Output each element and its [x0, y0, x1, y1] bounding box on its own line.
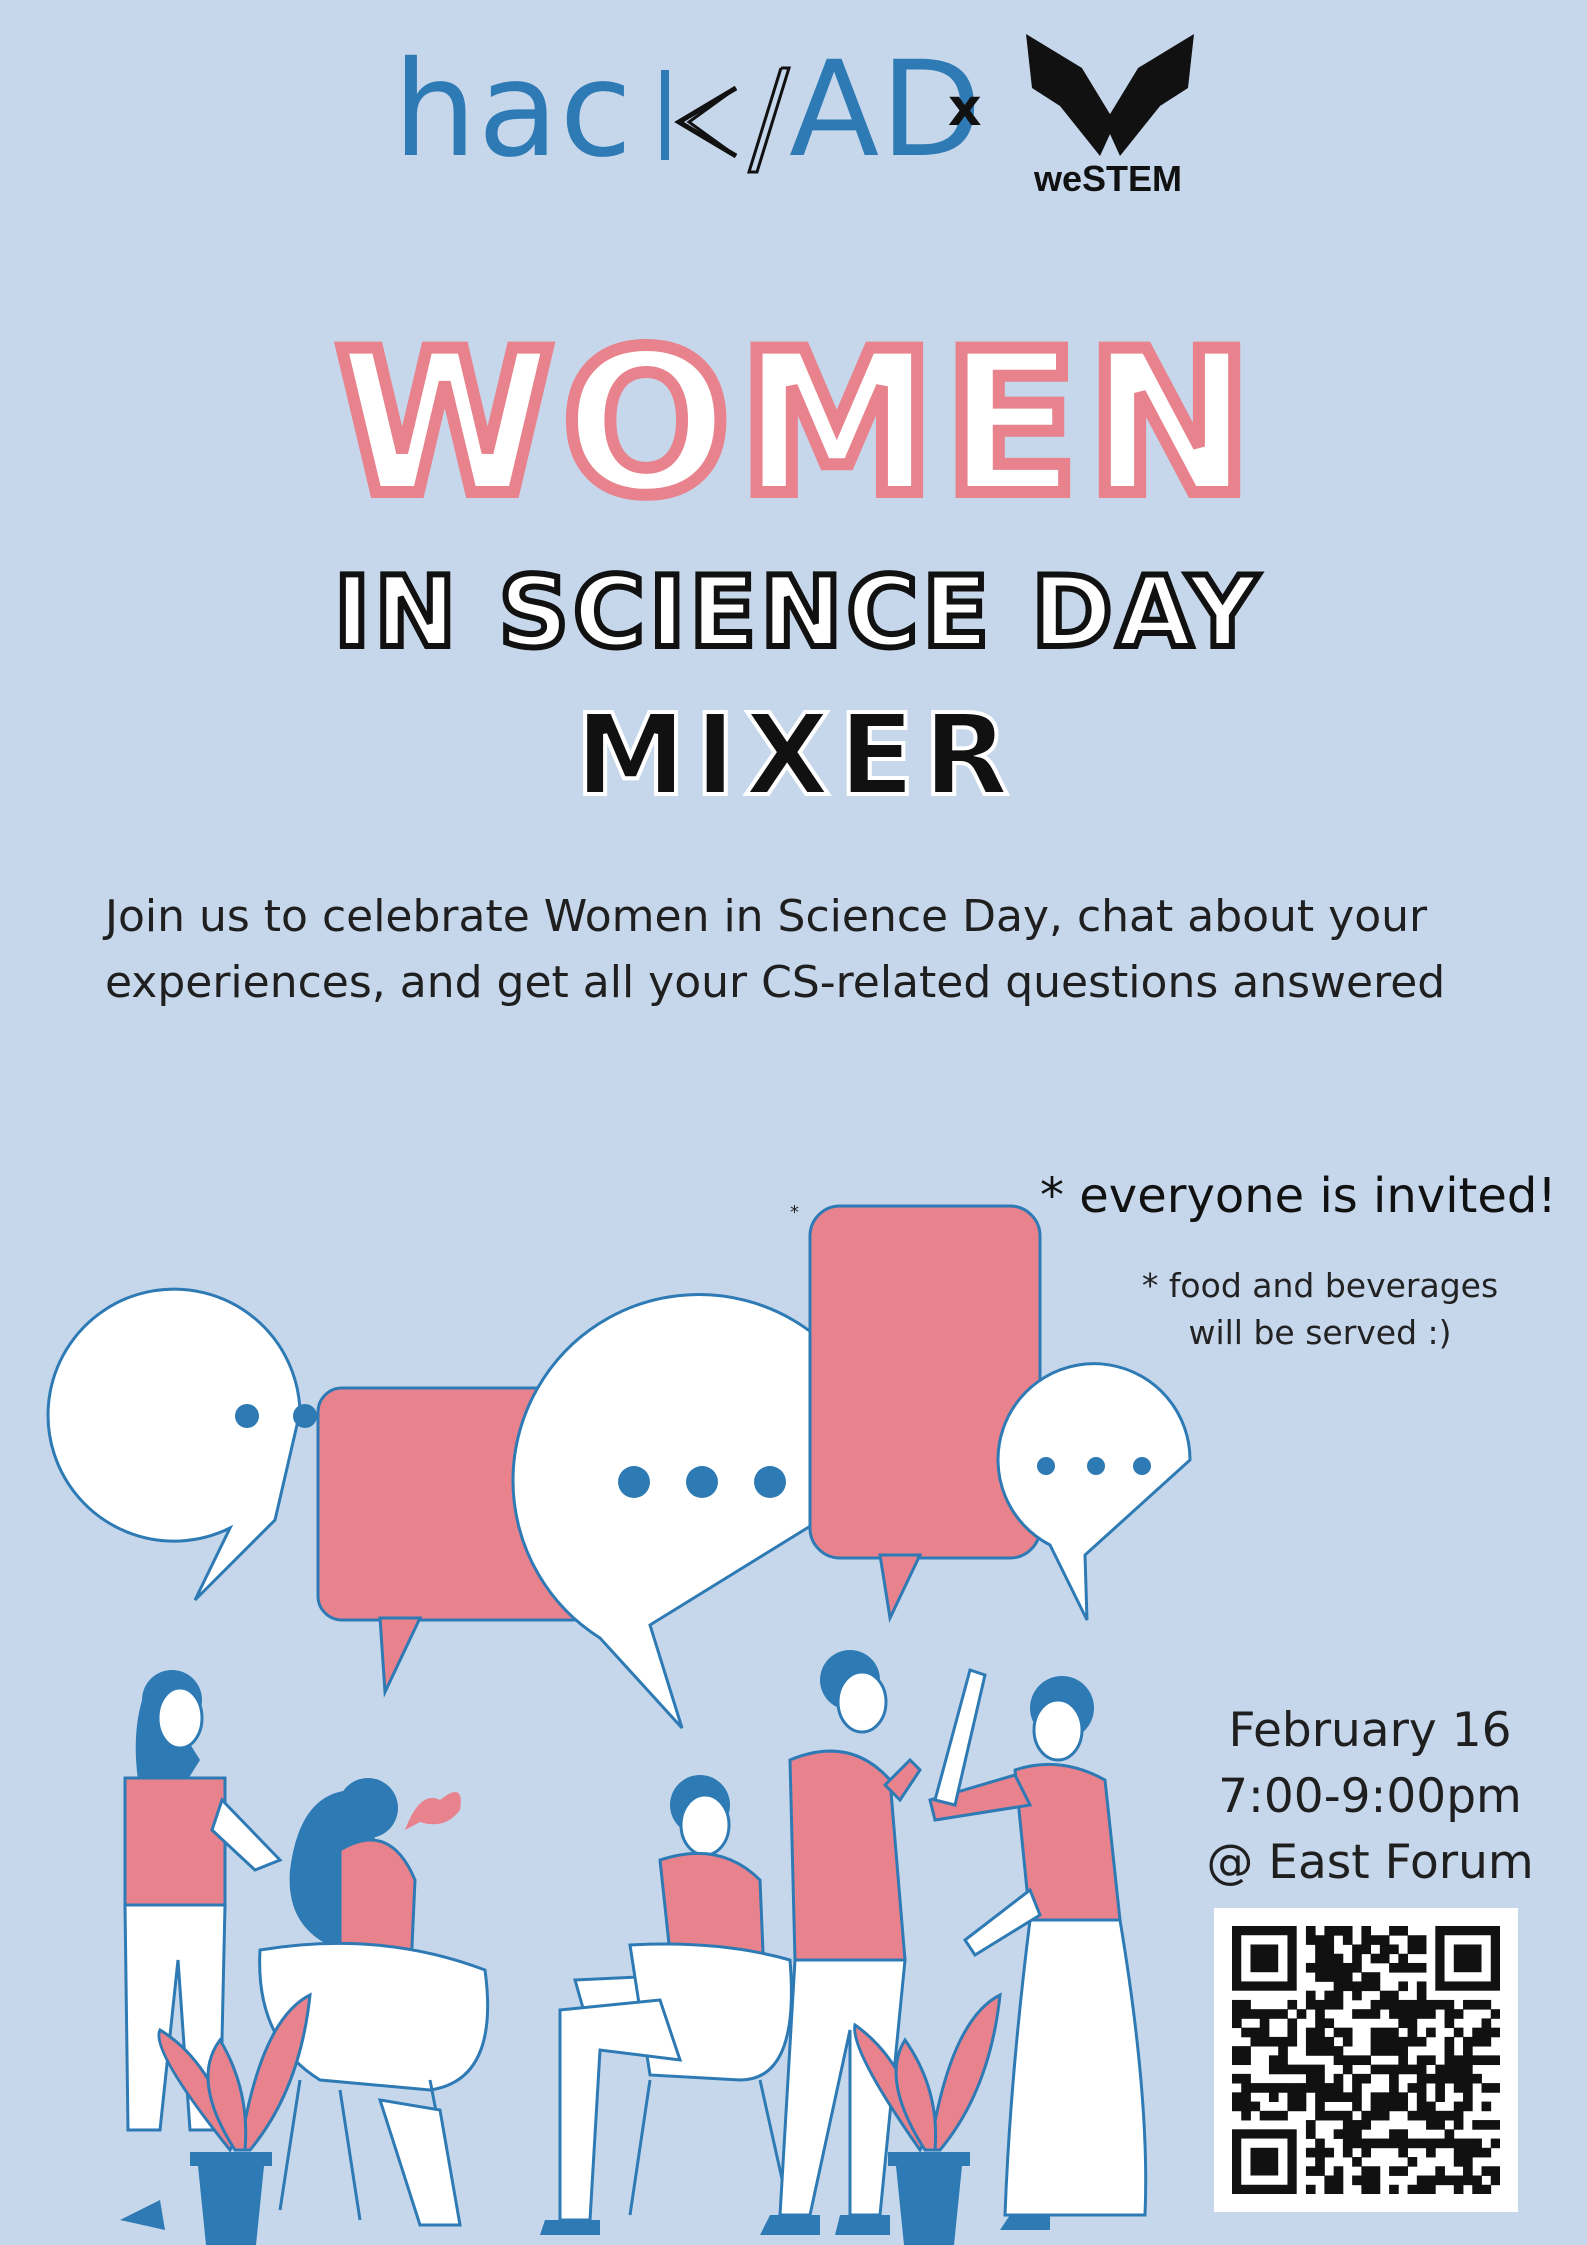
title-mixer: MIXER: [573, 690, 1017, 820]
qr-code[interactable]: [1214, 1908, 1518, 2212]
everyone-invited-note: * everyone is invited!: [1040, 1168, 1557, 1224]
svg-text:*: *: [790, 1202, 799, 1223]
potted-plant-left: [157, 1992, 312, 2245]
speech-bubble-icon: [996, 1362, 1192, 1621]
qr-code-icon: [1232, 1926, 1500, 2194]
intro-text: Join us to celebrate Women in Science Da…: [105, 891, 1446, 1008]
westem-logo-text: weSTEM: [1034, 158, 1183, 199]
event-time: 7:00-9:00pm: [1218, 1769, 1522, 1824]
person-standing-middle: [760, 1650, 922, 2235]
title-women: WOMEN: [330, 302, 1261, 530]
person-standing-left: [120, 1670, 283, 2230]
speech-bubble-icon: [808, 1204, 1042, 1624]
person-sitting-left: [258, 1778, 490, 2227]
title-mixer-text: MIXER: [575, 691, 1017, 820]
westem-logo: weSTEM: [1020, 28, 1200, 199]
person-standing-right: [928, 1668, 1148, 2230]
event-date: February 16: [1228, 1703, 1512, 1758]
title-in-science-day: IN SCIENCE DAY: [331, 553, 1262, 673]
food-beverages-note: * food and beverages will be served :): [1141, 1266, 1499, 1352]
title-women-text: WOMEN: [336, 308, 1261, 530]
hackad-logo-text-a: hac: [393, 33, 634, 187]
event-location: @ East Forum: [1206, 1835, 1534, 1890]
butterfly-logo-icon: [1026, 34, 1194, 156]
collaboration-x: x: [948, 78, 982, 138]
hackad-k-mark-icon: [661, 66, 791, 174]
hackad-logo: hac AD: [393, 33, 982, 187]
person-sitting-middle: [540, 1775, 793, 2235]
event-info: February 16 7:00-9:00pm @ East Forum: [1180, 1698, 1560, 1896]
title-in-science-day-text: IN SCIENCE DAY: [334, 556, 1262, 670]
